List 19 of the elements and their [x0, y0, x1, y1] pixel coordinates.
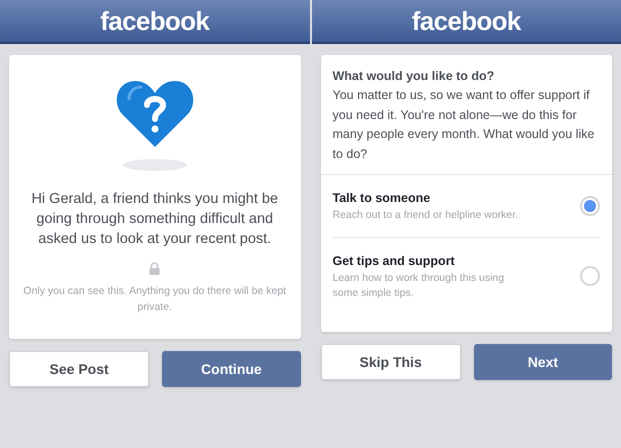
primary-button[interactable]: Continue — [162, 351, 300, 387]
option-title: Talk to someone — [332, 190, 432, 207]
message-text: Hi Gerald, a friend thinks you might be going through something difficult and asked us to look at your recent post. — [30, 190, 280, 249]
secondary-button[interactable]: See Post — [9, 351, 150, 387]
privacy-note: Only you can see this. Anything you do there will be kept private. — [23, 284, 286, 315]
question-title: What would you like to do? — [332, 68, 496, 85]
option-row[interactable]: Talk to someone Reach out to a friend or helpline worker. — [332, 175, 600, 238]
logo: facebook — [100, 8, 210, 34]
intro-text: You matter to us, so we want to offer support if you need it. You're not alone—we do this for many people every month. What would you like to do? — [332, 87, 596, 162]
radio-button[interactable] — [580, 266, 600, 286]
radio-button[interactable] — [580, 196, 600, 216]
option-title: Get tips and support — [332, 252, 456, 270]
logo: facebook — [412, 8, 521, 34]
option-row[interactable]: Get tips and support Learn how to work through this using some simple tips. — [332, 238, 600, 314]
option-description: Reach out to a friend or helpline worker. — [332, 208, 520, 223]
lock-icon — [149, 262, 160, 275]
primary-button[interactable]: Next — [474, 344, 612, 380]
option-description: Learn how to work through this using some simple tips. — [332, 270, 506, 300]
secondary-button[interactable]: Skip This — [320, 344, 461, 380]
